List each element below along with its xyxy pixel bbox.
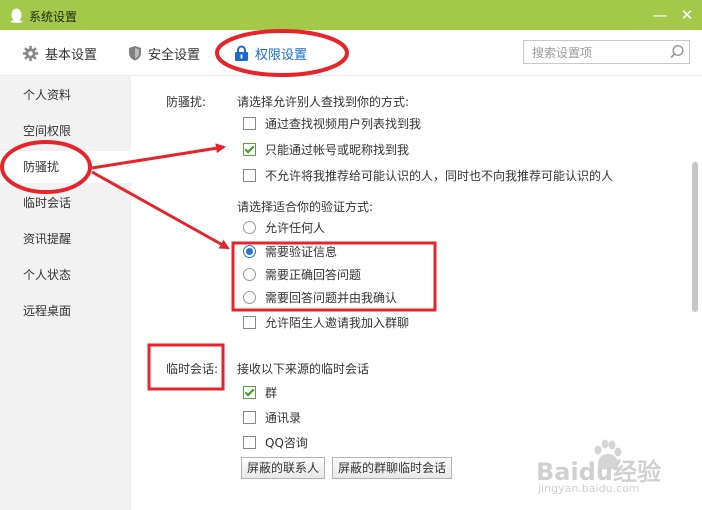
temp-session-option-group[interactable]: 群 bbox=[243, 383, 277, 401]
title-bar: 系统设置 — ✕ bbox=[0, 0, 702, 30]
find-option-video-list-checkbox[interactable] bbox=[243, 116, 256, 130]
verify-option-answer-confirm-label: 需要回答问题并由我确认 bbox=[265, 290, 398, 305]
find-option-no-recommend-checkbox[interactable] bbox=[243, 168, 256, 182]
find-method-prompt: 请选择允许别人查找到你的方式: bbox=[237, 95, 410, 109]
find-option-no-recommend-label: 不允许将我推荐给可能认识的人，同时也不向我推荐可能认识的人 bbox=[265, 168, 614, 183]
find-option-account-nickname[interactable]: 只能通过帐号或昵称找到我 bbox=[243, 140, 409, 158]
find-option-account-nickname-checkbox[interactable] bbox=[243, 142, 256, 156]
penguin-icon bbox=[10, 8, 23, 23]
find-option-video-list-label: 通过查找视频用户列表找到我 bbox=[265, 116, 422, 131]
gear-icon bbox=[22, 45, 39, 61]
verify-option-anyone-radio[interactable] bbox=[243, 220, 256, 234]
sidebar-item-temp-session[interactable]: 临时会话 bbox=[0, 187, 131, 219]
temp-session-option-contacts[interactable]: 通讯录 bbox=[243, 408, 301, 426]
temp-session-option-group-checkbox[interactable] bbox=[243, 385, 256, 399]
verify-option-anyone[interactable]: 允许任何人 bbox=[243, 218, 325, 236]
verify-option-correct-answer-label: 需要正确回答问题 bbox=[265, 267, 362, 282]
temp-session-option-qq-consult[interactable]: QQ咨询 bbox=[243, 433, 308, 451]
close-button[interactable]: ✕ bbox=[677, 5, 697, 25]
find-option-no-recommend[interactable]: 不允许将我推荐给可能认识的人，同时也不向我推荐可能认识的人 bbox=[243, 166, 613, 184]
temp-session-prompt: 接收以下来源的临时会话 bbox=[237, 362, 370, 376]
harassment-section-label: 防骚扰: bbox=[166, 95, 207, 109]
tab-basic-settings-label: 基本设置 bbox=[45, 47, 98, 63]
verify-option-anyone-label: 允许任何人 bbox=[265, 220, 326, 235]
sidebar-item-zone-permissions[interactable]: 空间权限 bbox=[0, 115, 131, 147]
find-option-video-list[interactable]: 通过查找视频用户列表找到我 bbox=[243, 114, 421, 132]
temp-session-section-label: 临时会话: bbox=[166, 362, 219, 376]
verify-option-correct-answer[interactable]: 需要正确回答问题 bbox=[243, 265, 361, 283]
find-option-account-nickname-label: 只能通过帐号或昵称找到我 bbox=[265, 142, 410, 157]
lock-icon bbox=[235, 45, 248, 61]
sidebar: 个人资料 空间权限 防骚扰 临时会话 资讯提醒 个人状态 远程桌面 bbox=[0, 76, 131, 510]
verify-option-answer-confirm-radio[interactable] bbox=[243, 290, 256, 304]
baidu-watermark: Baidu经验 jingyan.baidu.com bbox=[536, 438, 686, 498]
group-invite-label: 允许陌生人邀请我加入群聊 bbox=[265, 315, 410, 330]
temp-session-option-group-label: 群 bbox=[265, 385, 278, 400]
blocked-group-sessions-button[interactable]: 屏蔽的群聊临时会话 bbox=[332, 457, 453, 479]
search-box[interactable] bbox=[523, 40, 690, 64]
group-invite-option[interactable]: 允许陌生人邀请我加入群聊 bbox=[243, 313, 409, 331]
tab-bar: 基本设置 安全设置 权限设置 bbox=[0, 30, 702, 76]
verify-option-info-radio[interactable] bbox=[243, 244, 256, 258]
temp-session-option-contacts-label: 通讯录 bbox=[265, 410, 302, 425]
sidebar-item-remote-desktop[interactable]: 远程桌面 bbox=[0, 295, 131, 327]
tab-permission-settings-label: 权限设置 bbox=[255, 47, 308, 63]
sidebar-item-profile[interactable]: 个人资料 bbox=[0, 79, 131, 111]
verify-method-prompt: 请选择适合你的验证方式: bbox=[237, 200, 374, 214]
sidebar-item-personal-status[interactable]: 个人状态 bbox=[0, 259, 131, 291]
blocked-contacts-button[interactable]: 屏蔽的联系人 bbox=[241, 457, 326, 479]
sidebar-item-news-reminder[interactable]: 资讯提醒 bbox=[0, 223, 131, 255]
shield-icon bbox=[129, 46, 141, 61]
tab-permission-settings[interactable]: 权限设置 bbox=[234, 43, 307, 63]
search-icon[interactable] bbox=[669, 44, 685, 60]
temp-session-option-qq-consult-checkbox[interactable] bbox=[243, 435, 256, 449]
verify-option-answer-confirm[interactable]: 需要回答问题并由我确认 bbox=[243, 288, 397, 306]
tab-security-settings[interactable]: 安全设置 bbox=[128, 43, 200, 63]
sidebar-item-anti-harassment[interactable]: 防骚扰 bbox=[0, 151, 131, 183]
temp-session-option-qq-consult-label: QQ咨询 bbox=[265, 435, 308, 450]
group-invite-checkbox[interactable] bbox=[243, 315, 256, 329]
verify-option-info-label: 需要验证信息 bbox=[265, 244, 338, 259]
scrollbar-thumb[interactable] bbox=[692, 162, 698, 312]
verify-option-info[interactable]: 需要验证信息 bbox=[243, 242, 337, 260]
search-input[interactable] bbox=[530, 42, 669, 64]
minimize-button[interactable]: — bbox=[650, 5, 670, 25]
window-title: 系统设置 bbox=[29, 10, 78, 24]
watermark-url: jingyan.baidu.com bbox=[538, 482, 640, 495]
tab-security-settings-label: 安全设置 bbox=[148, 47, 201, 63]
tab-basic-settings[interactable]: 基本设置 bbox=[22, 43, 97, 63]
verify-option-correct-answer-radio[interactable] bbox=[243, 267, 256, 281]
temp-session-option-contacts-checkbox[interactable] bbox=[243, 410, 256, 424]
